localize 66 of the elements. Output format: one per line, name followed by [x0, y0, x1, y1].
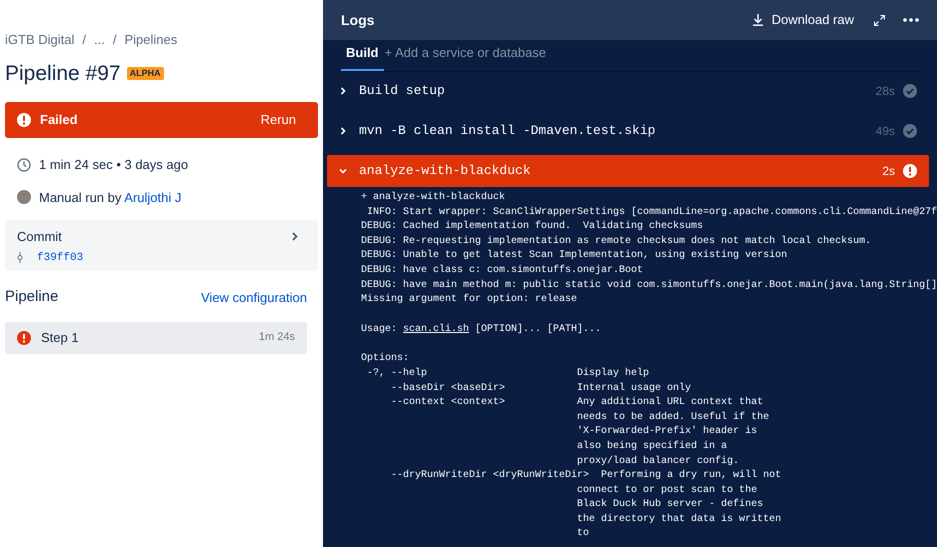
- clock-icon: [17, 158, 31, 172]
- log-line: also being specified in a: [576, 440, 728, 454]
- log-line: to: [576, 527, 590, 542]
- commit-hash-link[interactable]: f39ff03: [37, 250, 84, 266]
- chevron-right-icon: [292, 232, 298, 242]
- breadcrumb-separator: /: [82, 31, 86, 49]
- breadcrumb-separator: /: [112, 31, 116, 49]
- section-title: mvn -B clean install -Dmaven.test.skip: [359, 122, 656, 140]
- avatar: [17, 190, 31, 204]
- log-line: DEBUG: Cached implementation found. Validating checksums: [361, 220, 704, 234]
- user-link[interactable]: Aruljothi J: [124, 190, 182, 204]
- status-label: Failed: [40, 111, 78, 130]
- step-duration: 1m 24s: [258, 330, 295, 346]
- section-duration: 28s: [876, 83, 895, 100]
- logs-title: Logs: [341, 10, 374, 30]
- step-label: Step 1: [41, 328, 79, 347]
- section-duration: 49s: [876, 123, 895, 140]
- page-title: Pipeline #97: [5, 60, 121, 86]
- download-icon: [752, 14, 763, 26]
- log-text: Usage:: [361, 322, 398, 337]
- commit-card[interactable]: Commit f39ff03: [5, 220, 318, 271]
- chevron-down-icon: [339, 167, 347, 175]
- trigger-text: Manual run by Aruljothi J: [39, 188, 182, 207]
- breadcrumb-link[interactable]: iGTB Digital: [5, 30, 74, 50]
- section-title: analyze-with-blackduck: [359, 162, 531, 180]
- breadcrumb-link[interactable]: ...: [94, 30, 105, 50]
- section-duration: 2s: [882, 163, 895, 180]
- add-service-link[interactable]: + Add a service or database: [384, 42, 546, 71]
- log-line: connect to or post scan to the: [576, 484, 758, 498]
- log-line: INFO: Start wrapper: ScanCliWrapperSettings [commandLine=org.apache.commons.cli.CommandLine@27f: [366, 206, 937, 220]
- commit-label: Commit: [17, 228, 62, 246]
- log-line: DEBUG: Unable to get latest Scan Implementation, using existing version: [361, 249, 788, 264]
- log-line: Missing argument for option: release: [361, 293, 578, 308]
- chevron-right-icon: [339, 87, 347, 95]
- rerun-button[interactable]: Rerun: [256, 110, 300, 130]
- log-line: DEBUG: have main method m: public static void com.simontuffs.onejar.Boot.main(java.lang.String[]: [361, 278, 937, 293]
- log-line: --context <context> Any additional URL context that: [390, 396, 764, 410]
- download-raw-button[interactable]: Download raw: [752, 10, 854, 30]
- log-line: needs to be added. Useful if the: [576, 410, 770, 425]
- log-text: [OPTION]... [PATH]...: [474, 322, 602, 337]
- pipeline-heading: Pipeline: [5, 287, 58, 307]
- view-configuration-link[interactable]: View configuration: [201, 288, 307, 307]
- commit-icon: [17, 252, 23, 264]
- log-line: DEBUG: have class c: com.simontuffs.onejar.Boot: [361, 264, 644, 278]
- log-line: --baseDir <baseDir> Internal usage only: [390, 382, 692, 396]
- duration-text: 1 min 24 sec • 3 days ago: [39, 156, 188, 174]
- alpha-badge: ALPHA: [126, 66, 164, 80]
- log-link[interactable]: scan.cli.sh: [403, 322, 470, 338]
- expand-icon[interactable]: [874, 14, 885, 26]
- error-icon: [17, 113, 31, 127]
- section-title: Build setup: [359, 82, 445, 100]
- pipeline-step[interactable]: Step 1 1m 24s: [5, 322, 307, 354]
- log-line: + analyze-with-blackduck: [361, 191, 506, 205]
- log-line: 'X-Forwarded-Prefix' header is: [576, 425, 758, 440]
- build-tab[interactable]: Build: [341, 40, 384, 71]
- chevron-right-icon: [339, 127, 347, 135]
- log-line: the directory that data is written: [576, 512, 782, 527]
- log-line: Options:: [361, 352, 410, 366]
- log-line: --dryRunWriteDir <dryRunWriteDir> Performing a dry run, will not: [390, 469, 782, 484]
- breadcrumb-link[interactable]: Pipelines: [124, 30, 178, 50]
- log-line: proxy/load balancer config.: [576, 454, 740, 468]
- log-line: DEBUG: Re-requesting implementation as remote checksum does not match local checksum.: [361, 234, 872, 249]
- more-icon[interactable]: [903, 18, 919, 22]
- log-line: -?, --help Display help: [366, 366, 650, 381]
- log-section-header[interactable]: analyze-with-blackduck 2s: [327, 155, 929, 187]
- log-line: Black Duck Hub server - defines: [576, 498, 764, 512]
